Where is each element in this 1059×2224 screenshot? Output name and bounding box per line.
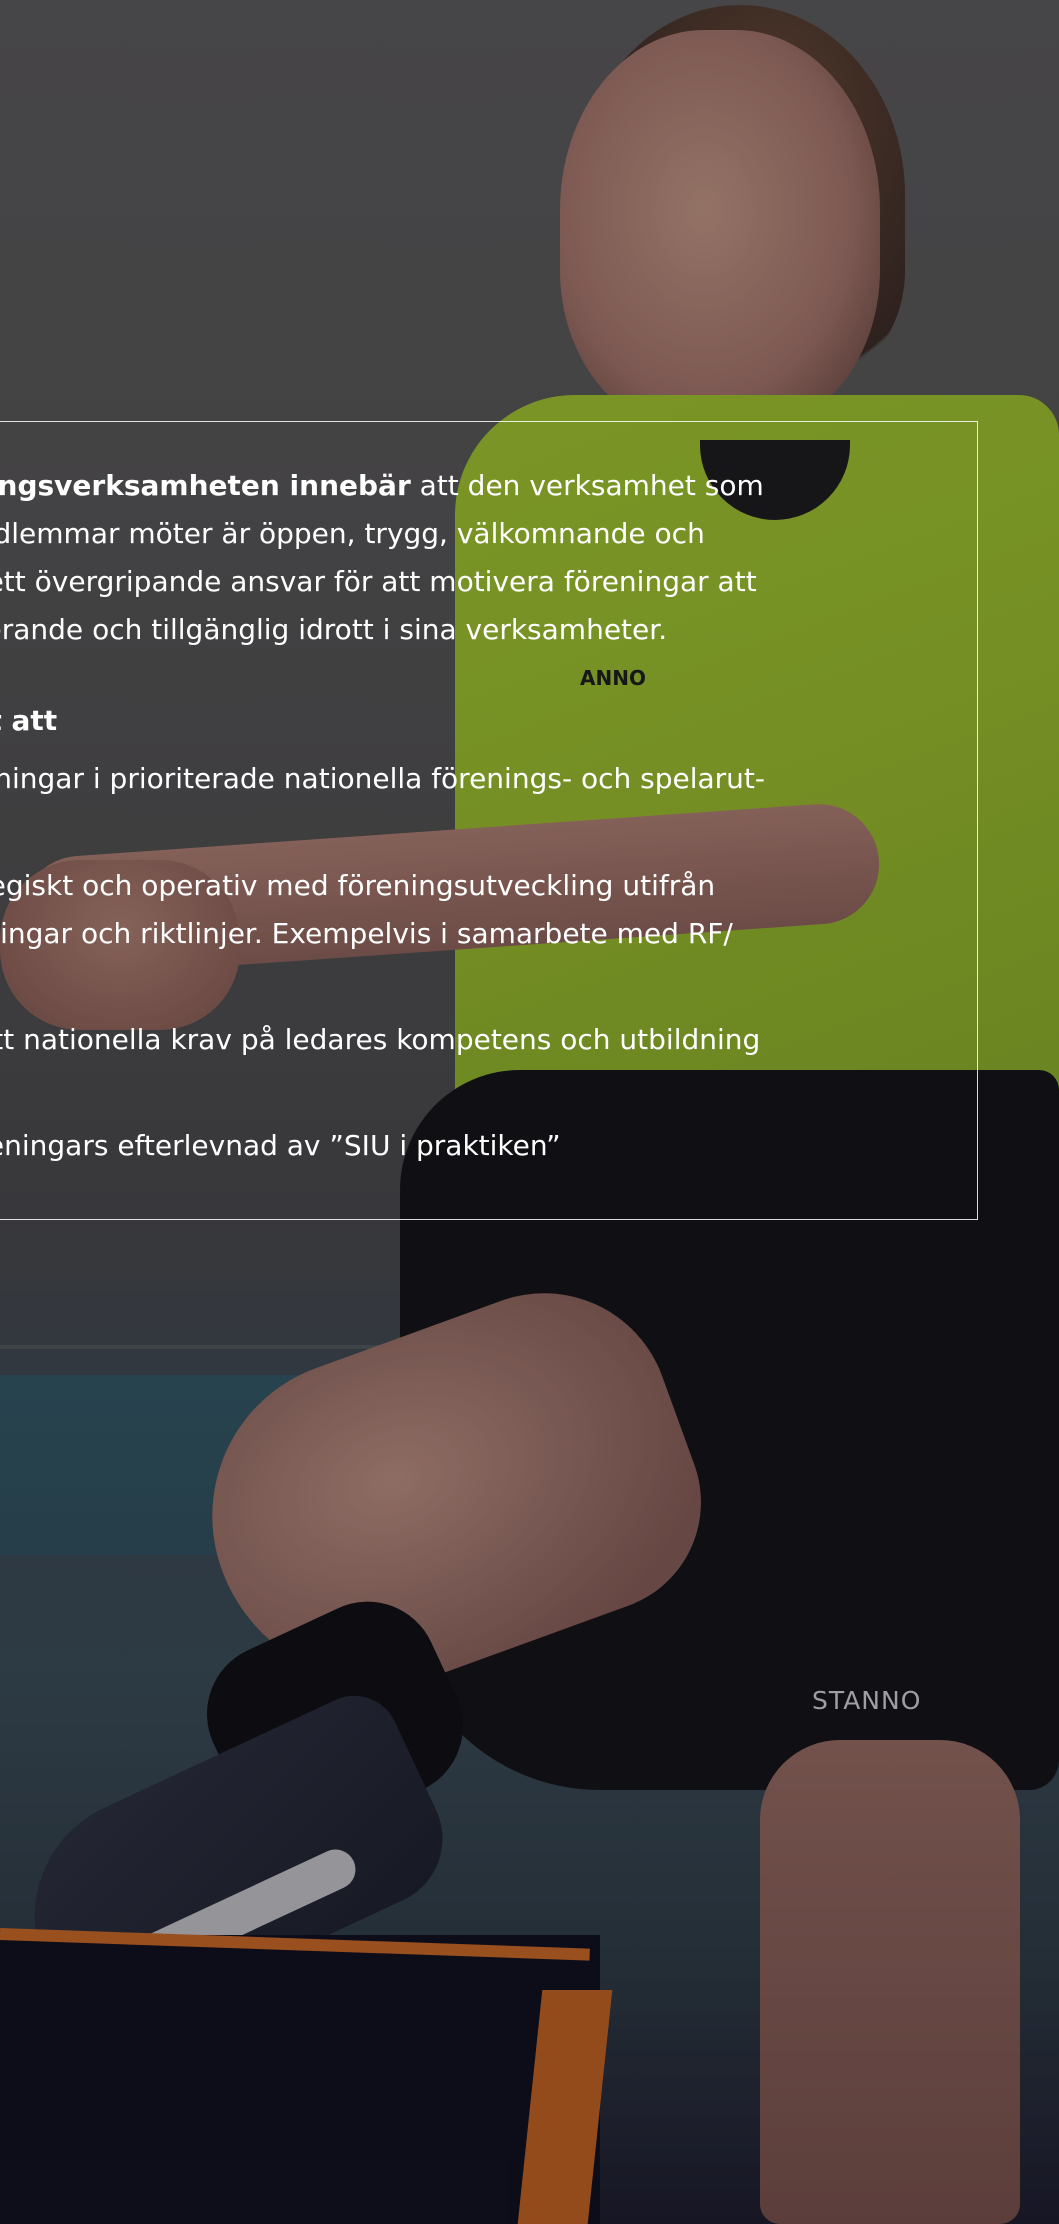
intro-bold-text: eningsverksamheten innebär: [0, 469, 411, 502]
intro-line-2: medlemmar möter är öppen, trygg, välkomn…: [0, 517, 705, 550]
task-line: rategiskt och operativ med föreningsutve…: [0, 869, 716, 902]
task-item: föreningars efterlevnad av ”SIU i prakti…: [0, 1122, 561, 1170]
text-panel: eningsverksamheten innebär att den verks…: [0, 421, 978, 1220]
task-line: ildningar och riktlinjer. Exempelvis i s…: [0, 917, 733, 950]
intro-text: att den verksamhet som: [410, 469, 764, 502]
intro-line-4: uderande och tillgänglig idrott i sina v…: [0, 613, 668, 646]
panel-content: eningsverksamheten innebär att den verks…: [0, 422, 977, 1219]
intro-paragraph: eningsverksamheten innebär att den verks…: [0, 462, 929, 654]
task-line: öreningar i prioriterade nationella före…: [0, 762, 765, 795]
task-item: a att nationella krav på ledares kompete…: [0, 1016, 760, 1064]
task-item: öreningar i prioriterade nationella före…: [0, 755, 765, 803]
task-line: föreningars efterlevnad av ”SIU i prakti…: [0, 1129, 561, 1162]
task-item: rategiskt och operativ med föreningsutve…: [0, 862, 733, 958]
intro-line-1: eningsverksamheten innebär att den verks…: [0, 462, 929, 510]
task-heading: fikt att: [0, 704, 58, 737]
task-line: a att nationella krav på ledares kompete…: [0, 1023, 761, 1056]
intro-line-3: ar ett övergripande ansvar för att motiv…: [0, 565, 757, 598]
page: ANNO STANNO eningsverksamheten innebär a…: [0, 0, 1059, 2224]
